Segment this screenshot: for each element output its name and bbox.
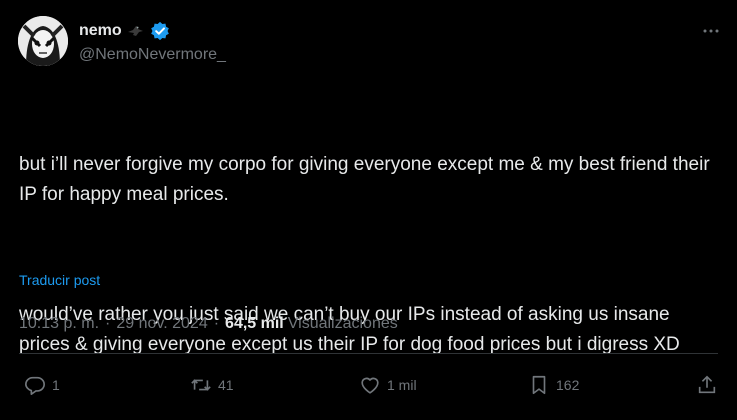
display-name[interactable]: nemo [79, 22, 122, 40]
translate-post-link[interactable]: Traducir post [19, 272, 100, 288]
like-count: 1 mil [387, 377, 417, 393]
divider [19, 353, 718, 354]
repost-count: 41 [218, 377, 234, 393]
reply-icon [25, 376, 45, 395]
repost-icon [191, 379, 211, 391]
bookmark-button[interactable]: 162 [528, 374, 579, 396]
tweet-time[interactable]: 10:13 p. m. [19, 315, 99, 333]
heart-icon [361, 377, 379, 394]
share-button[interactable] [696, 374, 718, 396]
meta-separator: · [213, 315, 220, 332]
share-icon [698, 375, 716, 394]
action-bar: 1 41 1 mil 162 [0, 368, 737, 408]
bookmark-icon [532, 375, 546, 395]
views-label[interactable]: Visualizaciones [288, 315, 398, 333]
like-button[interactable]: 1 mil [359, 374, 417, 396]
avatar-image [18, 16, 68, 66]
more-options-icon[interactable] [699, 22, 723, 40]
avatar[interactable] [18, 16, 68, 66]
tweet-paragraph: but i’ll never forgive my corpo for givi… [19, 154, 715, 205]
author-name-row: nemo [79, 20, 170, 42]
tweet-card: nemo @NemoNevermore_ but i’ll never forg… [0, 0, 737, 412]
tweet-meta: 10:13 p. m. · 29 nov. 2024 · 64,5 mil Vi… [19, 315, 398, 333]
reply-count: 1 [52, 377, 60, 393]
repost-button[interactable]: 41 [190, 374, 234, 396]
meta-separator: · [105, 315, 111, 332]
verified-badge-icon[interactable] [150, 21, 170, 41]
bookmark-count: 162 [556, 377, 580, 393]
crow-icon [127, 23, 145, 39]
user-handle[interactable]: @NemoNevermore_ [79, 46, 226, 64]
reply-button[interactable]: 1 [24, 374, 60, 396]
views-count[interactable]: 64,5 mil [225, 315, 284, 333]
tweet-date[interactable]: 29 nov. 2024 [116, 315, 207, 333]
